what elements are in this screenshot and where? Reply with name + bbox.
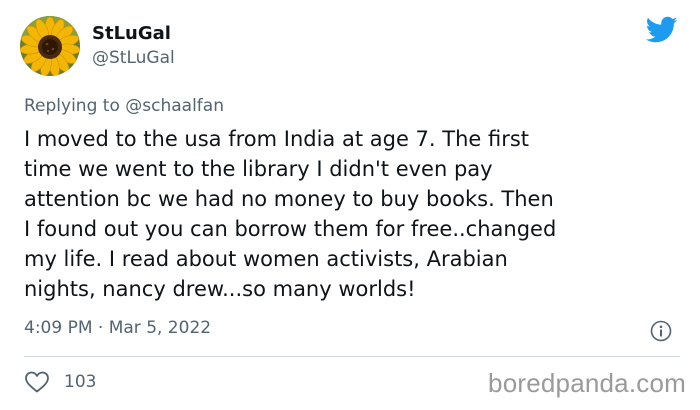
watermark: boredpanda.com — [488, 368, 686, 398]
tweet-text-line: I found out you can borrow them for free… — [24, 217, 557, 241]
tweet-text-line: attention bc we had no money to buy book… — [24, 187, 554, 211]
replying-prefix: Replying to — [24, 96, 120, 116]
tweet-header: StLuGal @StLuGal — [20, 16, 175, 76]
info-icon[interactable] — [650, 320, 672, 342]
tweet-card: StLuGal @StLuGal Replying to @schaalfan … — [0, 0, 700, 410]
tweet-text-line: nights, nancy drew...so many worlds! — [24, 277, 416, 301]
tweet-text-line: time we went to the library I didn't eve… — [24, 157, 493, 181]
divider — [24, 356, 680, 357]
replying-to: Replying to @schaalfan — [24, 96, 224, 116]
like-action[interactable]: 103 — [24, 370, 96, 394]
like-count: 103 — [64, 372, 97, 392]
tweet-text: I moved to the usa from India at age 7. … — [24, 124, 684, 304]
author-display-name[interactable]: StLuGal — [92, 22, 175, 46]
author-names: StLuGal @StLuGal — [92, 22, 175, 70]
heart-icon[interactable] — [24, 370, 50, 394]
author-handle[interactable]: @StLuGal — [92, 46, 175, 70]
twitter-bird-icon[interactable] — [646, 16, 678, 44]
tweet-text-line: I moved to the usa from India at age 7. … — [24, 127, 530, 151]
tweet-text-line: my life. I read about women activists, A… — [24, 247, 508, 271]
replying-mention-link[interactable]: @schaalfan — [125, 96, 224, 116]
tweet-timestamp[interactable]: 4:09 PM · Mar 5, 2022 — [24, 318, 211, 338]
sunflower-avatar[interactable] — [20, 16, 80, 76]
